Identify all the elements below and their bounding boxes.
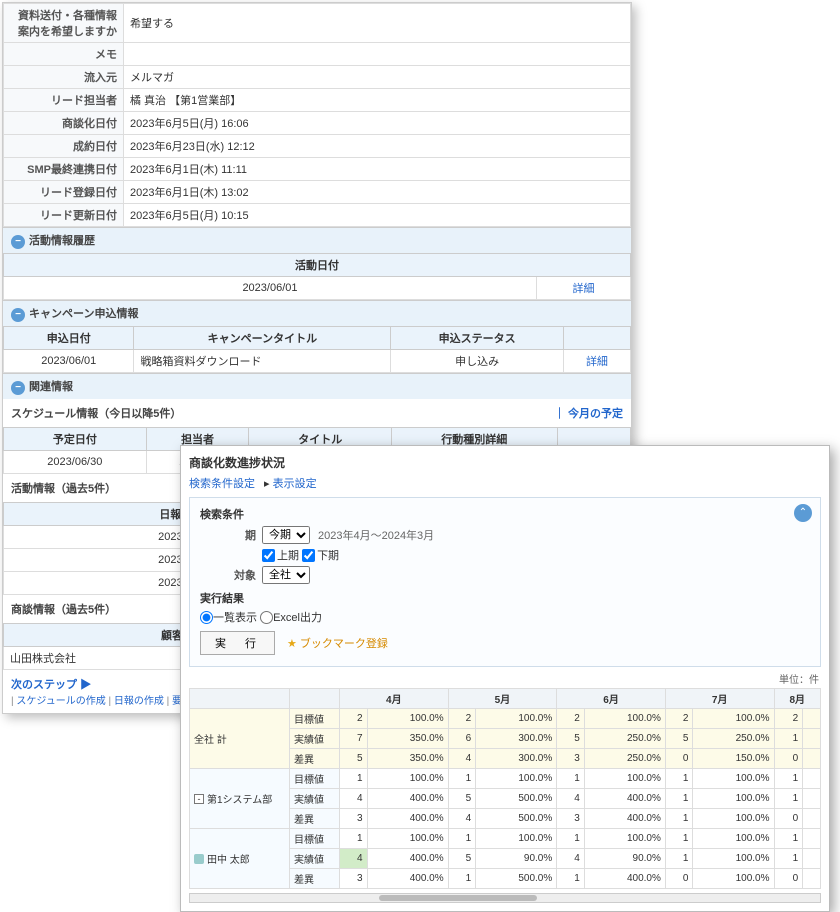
related-section: −関連情報 [3,373,631,399]
avatar-icon [194,854,204,864]
metric-label: 目標値 [290,769,340,789]
table-row: 2023/06/01詳細 [4,277,631,300]
activity-history-grid: 活動日付 2023/06/01詳細 [3,253,631,300]
metric-label: 差異 [290,809,340,829]
target-label: 対象 [200,567,256,583]
detail-key: SMP最終連携日付 [4,158,124,181]
metric-label: 目標値 [290,709,340,729]
star-icon: ★ [287,638,297,650]
detail-value: 2023年6月1日(木) 11:11 [124,158,631,181]
detail-key: リード更新日付 [4,204,124,227]
result-label: 実行結果 [200,590,810,606]
metric-label: 目標値 [290,829,340,849]
campaign-section: −キャンペーン申込情報 [3,300,631,326]
collapse-icon[interactable]: ⌃ [794,504,812,522]
detail-value [124,43,631,66]
tab-display[interactable]: 表示設定 [273,478,317,490]
campaign-grid: 申込日付 キャンペーンタイトル 申込ステータス 2023/06/01 戦略箱資料… [3,326,631,373]
tab-search[interactable]: 検索条件設定 [189,478,255,490]
progress-panel: 商談化数進捗状況 検索条件設定 ▸ 表示設定 ⌃ 検索条件 期 今期 2023年… [180,445,830,912]
first-half-check[interactable] [262,549,275,562]
detail-key: メモ [4,43,124,66]
metric-label: 差異 [290,869,340,889]
section-icon: − [11,381,25,395]
unit-label: 単位：件 [189,671,819,686]
detail-value: メルマガ [124,66,631,89]
next-step-toggle[interactable]: 次のステップ ▶ [11,679,91,691]
group-name: 全社 計 [190,709,290,769]
tree-collapse-icon[interactable]: - [194,794,204,804]
detail-value: 2023年6月23日(水) 12:12 [124,135,631,158]
detail-value: 橘 真治 【第1営業部】 [124,89,631,112]
target-select[interactable]: 全社 [262,566,310,584]
month-header: 8月 [774,689,821,709]
tabs: 検索条件設定 ▸ 表示設定 [189,475,821,491]
radio-excel[interactable] [260,611,273,624]
second-half-check[interactable] [302,549,315,562]
detail-value: 2023年6月5日(月) 10:15 [124,204,631,227]
metric-label: 差異 [290,749,340,769]
create-report-link[interactable]: 日報の作成 [114,696,164,707]
panel-title: 商談化数進捗状況 [189,454,821,471]
metric-label: 実績値 [290,729,340,749]
search-label: 検索条件 [200,506,810,522]
bookmark-link[interactable]: ★ブックマーク登録 [287,635,388,651]
detail-key: リード登録日付 [4,181,124,204]
radio-list[interactable] [200,611,213,624]
col-header: 活動日付 [4,254,631,277]
search-box: ⌃ 検索条件 期 今期 2023年4月～2024年3月 上期 下期 対象 全社 … [189,497,821,667]
progress-table: 4月5月6月7月8月 全社 計目標値2100.0%2100.0%2100.0%2… [189,688,821,889]
period-select[interactable]: 今期 [262,526,310,544]
detail-link[interactable]: 詳細 [572,283,594,295]
section-icon: − [11,235,25,249]
arrow-right-icon: ▶ [80,679,91,691]
section-title: キャンペーン申込情報 [29,308,138,320]
group-name: -第1システム部 [190,769,290,829]
month-header: 5月 [448,689,557,709]
month-header: 7月 [665,689,774,709]
section-title: 活動情報履歴 [29,235,95,247]
detail-value: 希望する [124,4,631,43]
section-icon: − [11,308,25,322]
this-month-link[interactable]: ｜ 今月の予定 [554,405,623,421]
create-schedule-link[interactable]: スケジュールの作成 [16,696,105,707]
activity-history-section: −活動情報履歴 [3,227,631,253]
run-button[interactable]: 実 行 [200,631,275,655]
metric-label: 実績値 [290,789,340,809]
detail-key: 商談化日付 [4,112,124,135]
horizontal-scrollbar[interactable] [189,893,821,903]
section-title: 関連情報 [29,381,73,393]
detail-link[interactable]: 詳細 [586,356,608,368]
period-range: 2023年4月～2024年3月 [318,527,434,543]
month-header: 4月 [340,689,449,709]
detail-key: 資料送付・各種情報案内を希望しますか [4,4,124,43]
month-header: 6月 [557,689,666,709]
schedule-section: スケジュール情報（今日以降5件） ｜ 今月の予定 [3,399,631,427]
period-label: 期 [200,527,256,543]
detail-key: リード担当者 [4,89,124,112]
metric-label: 実績値 [290,849,340,869]
group-name: 田中 太郎 [190,829,290,889]
detail-value: 2023年6月1日(木) 13:02 [124,181,631,204]
detail-key: 成約日付 [4,135,124,158]
detail-table: 資料送付・各種情報案内を希望しますか希望するメモ流入元メルマガリード担当者橘 真… [3,3,631,227]
detail-key: 流入元 [4,66,124,89]
table-row: 2023/06/01 戦略箱資料ダウンロード 申し込み 詳細 [4,350,631,373]
detail-value: 2023年6月5日(月) 16:06 [124,112,631,135]
